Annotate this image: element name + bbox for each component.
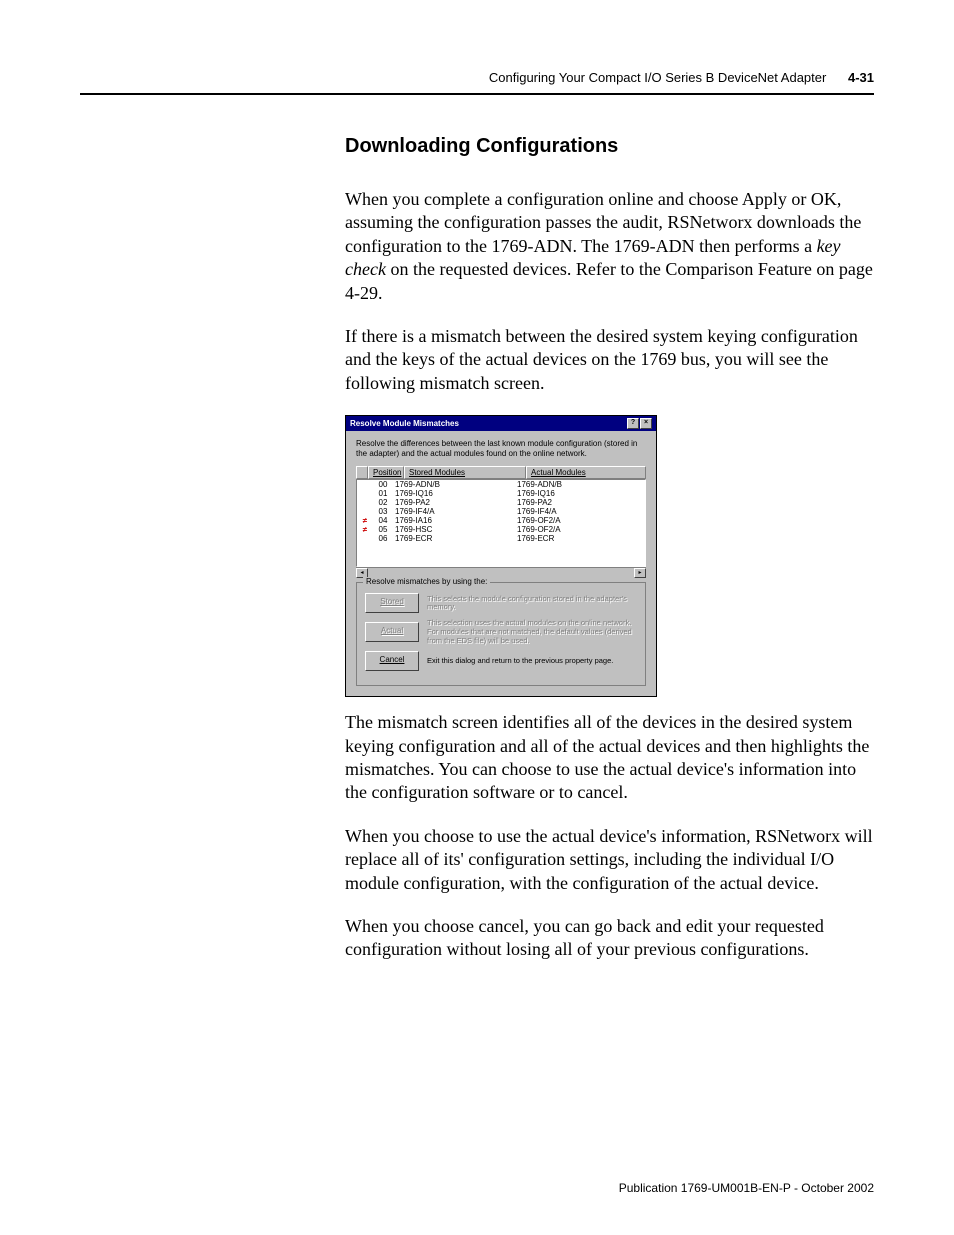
mismatch-mark — [359, 534, 371, 543]
resolve-group: Resolve mismatches by using the: Stored … — [356, 582, 646, 686]
body-para-5: When you choose cancel, you can go back … — [345, 915, 874, 962]
cell-stored: 1769-IA16 — [395, 516, 517, 525]
header-text: Configuring Your Compact I/O Series B De… — [489, 70, 826, 85]
page-number: 4-31 — [848, 70, 874, 85]
close-icon[interactable]: × — [640, 418, 652, 429]
table-row: 021769-PA21769-PA2 — [357, 498, 645, 507]
col-position: Position — [368, 466, 404, 479]
cell-position: 05 — [371, 525, 395, 534]
mismatch-mark — [359, 480, 371, 489]
cell-position: 04 — [371, 516, 395, 525]
mismatch-mark: ≠ — [359, 516, 371, 525]
cell-position: 01 — [371, 489, 395, 498]
mismatch-dialog: Resolve Module Mismatches ? × Resolve th… — [345, 415, 657, 697]
header-rule — [80, 93, 874, 95]
table-row: ≠051769-HSC1769-OF2/A — [357, 525, 645, 534]
mismatch-mark — [359, 489, 371, 498]
cell-position: 00 — [371, 480, 395, 489]
cell-actual: 1769-OF2/A — [517, 516, 643, 525]
module-table: Position Stored Modules Actual Modules 0… — [356, 466, 646, 578]
body-para-2: If there is a mismatch between the desir… — [345, 325, 874, 395]
cancel-button[interactable]: Cancel — [365, 651, 419, 671]
table-row: 031769-IF4/A1769-IF4/A — [357, 507, 645, 516]
group-label: Resolve mismatches by using the: — [363, 577, 490, 586]
cell-stored: 1769-ECR — [395, 534, 517, 543]
cell-actual: 1769-ECR — [517, 534, 643, 543]
mismatch-mark — [359, 507, 371, 516]
table-row: ≠041769-IA161769-OF2/A — [357, 516, 645, 525]
cell-actual: 1769-IQ16 — [517, 489, 643, 498]
body-para-4: When you choose to use the actual device… — [345, 825, 874, 895]
cell-actual: 1769-ADN/B — [517, 480, 643, 489]
help-icon[interactable]: ? — [627, 418, 639, 429]
mismatch-mark: ≠ — [359, 525, 371, 534]
stored-desc: This selects the module configuration st… — [427, 595, 637, 612]
cell-position: 06 — [371, 534, 395, 543]
cell-actual: 1769-IF4/A — [517, 507, 643, 516]
col-stored: Stored Modules — [404, 466, 526, 479]
dialog-intro: Resolve the differences between the last… — [356, 439, 646, 458]
para1-part-b: on the requested devices. Refer to the C… — [345, 259, 873, 302]
table-row: 001769-ADN/B1769-ADN/B — [357, 480, 645, 489]
cell-stored: 1769-PA2 — [395, 498, 517, 507]
cell-position: 02 — [371, 498, 395, 507]
cell-stored: 1769-ADN/B — [395, 480, 517, 489]
section-heading: Downloading Configurations — [345, 135, 874, 158]
cancel-desc: Exit this dialog and return to the previ… — [427, 657, 637, 666]
mismatch-mark — [359, 498, 371, 507]
table-row: 011769-IQ161769-IQ16 — [357, 489, 645, 498]
dialog-titlebar: Resolve Module Mismatches ? × — [346, 416, 656, 431]
col-actual: Actual Modules — [526, 466, 646, 479]
body-para-1: When you complete a configuration online… — [345, 188, 874, 305]
actual-button[interactable]: Actual — [365, 622, 419, 642]
cell-stored: 1769-IQ16 — [395, 489, 517, 498]
body-para-3: The mismatch screen identifies all of th… — [345, 711, 874, 805]
footer-publication: Publication 1769-UM001B-EN-P - October 2… — [619, 1181, 874, 1195]
table-row: 061769-ECR1769-ECR — [357, 534, 645, 543]
cell-actual: 1769-OF2/A — [517, 525, 643, 534]
para1-part-a: When you complete a configuration online… — [345, 189, 861, 256]
cell-actual: 1769-PA2 — [517, 498, 643, 507]
cell-stored: 1769-HSC — [395, 525, 517, 534]
running-header: Configuring Your Compact I/O Series B De… — [80, 70, 874, 85]
col-mark — [356, 466, 368, 479]
cell-stored: 1769-IF4/A — [395, 507, 517, 516]
dialog-title: Resolve Module Mismatches — [350, 419, 459, 428]
cell-position: 03 — [371, 507, 395, 516]
stored-button[interactable]: Stored — [365, 593, 419, 613]
scroll-right-icon[interactable]: ▸ — [634, 568, 646, 578]
actual-desc: This selection uses the actual modules o… — [427, 619, 637, 645]
